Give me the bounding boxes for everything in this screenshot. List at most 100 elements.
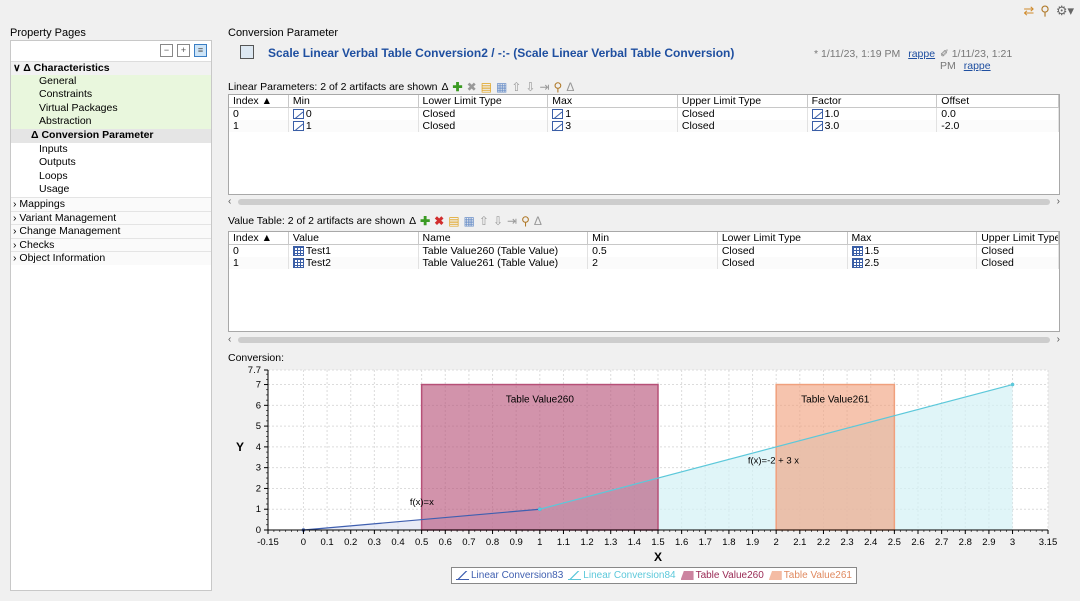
tree-item-change-management[interactable]: › Change Management: [11, 224, 211, 238]
tree-item-mappings[interactable]: › Mappings: [11, 196, 211, 211]
filter-icon[interactable]: ⚲: [521, 215, 530, 227]
tree-item-loops[interactable]: Loops: [11, 170, 211, 184]
column-header-index[interactable]: Index ▲: [229, 232, 289, 244]
column-header-upper-limit-type[interactable]: Upper Limit Type: [977, 232, 1059, 244]
gear-icon[interactable]: ⚙▾: [1056, 3, 1074, 19]
table-cell[interactable]: 1.0: [808, 108, 938, 120]
table-cell[interactable]: Table Value261 (Table Value): [419, 257, 589, 269]
table-cell[interactable]: Test2: [289, 257, 419, 269]
collapse-all-icon[interactable]: −: [160, 44, 173, 57]
table-cell[interactable]: 2: [588, 257, 718, 269]
cell-text: 1: [233, 257, 239, 269]
table-cell[interactable]: Table Value260 (Table Value): [419, 245, 589, 257]
legend-item-table-value261[interactable]: Table Value261: [768, 570, 852, 581]
tree-item-variant-management[interactable]: › Variant Management: [11, 210, 211, 225]
column-header-offset[interactable]: Offset: [937, 95, 1059, 107]
table-cell[interactable]: 3: [548, 120, 678, 132]
table-cell[interactable]: 0.5: [588, 245, 718, 257]
table-cell[interactable]: 0: [229, 108, 289, 120]
delta-filter-icon[interactable]: Δ: [566, 81, 574, 93]
tree-item-virtual-packages[interactable]: Virtual Packages: [11, 101, 211, 116]
move-up-icon[interactable]: ⇧: [511, 81, 521, 93]
delta-filter-icon[interactable]: Δ: [534, 215, 542, 227]
table-cell[interactable]: Closed: [718, 245, 848, 257]
series-point: [538, 507, 542, 512]
column-header-index[interactable]: Index ▲: [229, 95, 289, 107]
delete-icon[interactable]: ✖: [434, 215, 444, 227]
column-header-max[interactable]: Max: [848, 232, 978, 244]
move-up-icon[interactable]: ⇧: [479, 215, 489, 227]
table-cell[interactable]: 1: [229, 257, 289, 269]
table-cell[interactable]: 3.0: [808, 120, 938, 132]
tree-item-abstraction[interactable]: Abstraction: [11, 115, 211, 129]
table-cell[interactable]: -2.0: [937, 120, 1059, 132]
legend-item-linear-conversion83[interactable]: Linear Conversion83: [456, 570, 563, 581]
table-cell[interactable]: Closed: [977, 257, 1059, 269]
sync-icon[interactable]: ⇄: [1023, 3, 1034, 19]
column-header-min[interactable]: Min: [588, 232, 718, 244]
tree-item-general[interactable]: General: [11, 74, 211, 89]
table-cell[interactable]: Closed: [419, 120, 549, 132]
tree-view-icon[interactable]: ≡: [194, 44, 207, 57]
legend-item-table-value260[interactable]: Table Value260: [680, 570, 764, 581]
filter-icon[interactable]: ⚲: [554, 81, 563, 93]
table-row[interactable]: 1 1 Closed 3 Closed 3.0 -2.0: [229, 120, 1059, 132]
table-cell[interactable]: 1: [548, 108, 678, 120]
table-cell[interactable]: 0.0: [937, 108, 1059, 120]
move-down-icon[interactable]: ⇩: [493, 215, 503, 227]
column-header-value[interactable]: Value: [289, 232, 419, 244]
column-header-lower-limit-type[interactable]: Lower Limit Type: [419, 95, 549, 107]
move-down-icon[interactable]: ⇩: [525, 81, 535, 93]
table-cell[interactable]: Closed: [718, 257, 848, 269]
tree-item-characteristics[interactable]: ∨ Δ Characteristics: [11, 61, 211, 75]
move-last-icon[interactable]: ⇥: [539, 81, 549, 93]
add-icon[interactable]: ✚: [420, 215, 430, 227]
value-scrollbar[interactable]: ‹ ›: [228, 334, 1060, 346]
table-cell[interactable]: 0: [229, 245, 289, 257]
table-cell[interactable]: 2.5: [848, 257, 978, 269]
table-row[interactable]: 0 0 Closed 1 Closed 1.0 0.0: [229, 108, 1059, 120]
tree-item-conversion-parameter[interactable]: Δ Conversion Parameter: [11, 128, 211, 143]
table-cell[interactable]: Test1: [289, 245, 419, 257]
linear-scrollbar[interactable]: ‹ ›: [228, 196, 1060, 208]
table-cell[interactable]: 1.5: [848, 245, 978, 257]
table-cell[interactable]: 1: [229, 120, 289, 132]
table-cell[interactable]: Closed: [678, 108, 808, 120]
column-header-lower-limit-type[interactable]: Lower Limit Type: [718, 232, 848, 244]
modified-user-link[interactable]: rappe: [964, 60, 991, 72]
filter-icon[interactable]: ⚲: [1040, 3, 1050, 19]
tree-item-inputs[interactable]: Inputs: [11, 143, 211, 157]
table-cell[interactable]: Closed: [419, 108, 549, 120]
column-header-max[interactable]: Max: [548, 95, 678, 107]
table-cell[interactable]: 0: [289, 108, 419, 120]
tree-item-object-information[interactable]: › Object Information: [11, 251, 211, 265]
tree-item-outputs[interactable]: Outputs: [11, 156, 211, 170]
table-value-icon: [851, 258, 863, 268]
table-icon[interactable]: ▦: [496, 81, 507, 93]
legend-item-linear-conversion84[interactable]: Linear Conversion84: [568, 570, 676, 581]
comment-icon[interactable]: ▤: [481, 81, 492, 93]
add-icon[interactable]: ✚: [453, 81, 463, 93]
table-row[interactable]: 0 Test1 Table Value260 (Table Value) 0.5 Clo…: [229, 245, 1059, 257]
column-header-upper-limit-type[interactable]: Upper Limit Type: [678, 95, 808, 107]
comment-icon[interactable]: ▤: [448, 215, 459, 227]
tree-item-checks[interactable]: › Checks: [11, 237, 211, 252]
move-last-icon[interactable]: ⇥: [507, 215, 517, 227]
top-toolbar: ⇄ ⚲ ⚙▾: [0, 0, 1080, 22]
table-cell[interactable]: Closed: [678, 120, 808, 132]
tree-item-constraints[interactable]: Constraints: [11, 88, 211, 102]
expand-all-icon[interactable]: +: [177, 44, 190, 57]
tree-item-usage[interactable]: Usage: [11, 183, 211, 197]
column-header-factor[interactable]: Factor: [808, 95, 938, 107]
table-icon[interactable]: ▦: [464, 215, 475, 227]
delete-icon[interactable]: ✖: [467, 81, 477, 93]
created-user-link[interactable]: rappe: [908, 48, 935, 60]
linear-value-icon: [811, 109, 823, 119]
table-cell[interactable]: 1: [289, 120, 419, 132]
column-header-name[interactable]: Name: [419, 232, 589, 244]
delta-icon: Δ: [409, 215, 417, 227]
region-label: Table Value261: [801, 395, 870, 406]
table-row[interactable]: 1 Test2 Table Value261 (Table Value) 2 Close…: [229, 257, 1059, 269]
table-cell[interactable]: Closed: [977, 245, 1059, 257]
column-header-min[interactable]: Min: [289, 95, 419, 107]
